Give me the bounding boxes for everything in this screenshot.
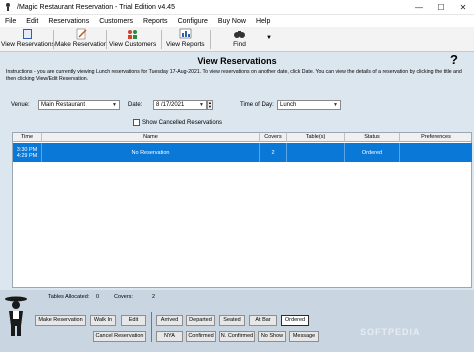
at-bar-button[interactable]: At Bar bbox=[249, 315, 277, 326]
reservations-table: Time Name Covers Table(s) Status Prefere… bbox=[12, 132, 472, 288]
toolbar-divider bbox=[210, 30, 211, 49]
cancel-reservation-button[interactable]: Cancel Reservation bbox=[93, 331, 146, 342]
make-reservation-button[interactable]: Make Reservation bbox=[55, 28, 107, 51]
maximize-button[interactable]: ☐ bbox=[430, 0, 452, 15]
venue-value: Main Restaurant bbox=[41, 102, 86, 108]
view-reports-label: View Reports bbox=[166, 41, 205, 48]
time-of-day-label: Time of Day: bbox=[240, 102, 274, 108]
binoculars-icon bbox=[234, 31, 245, 38]
no-show-button[interactable]: No Show bbox=[258, 331, 286, 342]
date-spinner[interactable]: ▲ ▼ bbox=[207, 100, 213, 110]
message-button[interactable]: Message bbox=[289, 331, 319, 342]
book-icon bbox=[23, 29, 33, 39]
menu-reservations[interactable]: Reservations bbox=[43, 18, 94, 25]
walk-in-button[interactable]: Walk In bbox=[90, 315, 116, 326]
show-cancelled-checkbox[interactable] bbox=[133, 119, 140, 126]
table-row[interactable]: 3:30 PM 4:29 PM No Reservation 2 Ordered bbox=[13, 143, 472, 162]
departed-button[interactable]: Departed bbox=[186, 315, 215, 326]
column-header-name[interactable]: Name bbox=[42, 133, 260, 142]
covers-label: Covers: bbox=[114, 294, 133, 300]
seated-button[interactable]: Seated bbox=[219, 315, 245, 326]
toolbar-divider bbox=[53, 30, 54, 49]
menu-buy-now[interactable]: Buy Now bbox=[213, 18, 251, 25]
cell-time: 3:30 PM 4:29 PM bbox=[13, 143, 42, 162]
page-title: View Reservations bbox=[197, 56, 277, 66]
edit-button[interactable]: Edit bbox=[121, 315, 146, 326]
cell-preferences bbox=[400, 143, 472, 162]
view-customers-button[interactable]: View Customers bbox=[109, 28, 156, 51]
column-header-covers[interactable]: Covers bbox=[260, 133, 287, 142]
cell-status: Ordered bbox=[345, 143, 400, 162]
find-label: Find bbox=[233, 41, 246, 48]
show-cancelled-label: Show Cancelled Reservations bbox=[142, 120, 223, 126]
toolbar: View Reservations Make Reservation View … bbox=[0, 27, 474, 52]
pencil-icon bbox=[76, 28, 87, 40]
chevron-down-icon: ▼ bbox=[333, 102, 338, 108]
menu-file[interactable]: File bbox=[0, 18, 21, 25]
cell-covers: 2 bbox=[260, 143, 287, 162]
time-of-day-select[interactable]: Lunch ▼ bbox=[277, 100, 341, 110]
arrived-button[interactable]: Arrived bbox=[156, 315, 183, 326]
waiter-logo-icon bbox=[5, 296, 27, 336]
time-of-day-value: Lunch bbox=[280, 102, 297, 108]
date-picker[interactable]: 8 /17/2021 ▼ bbox=[153, 100, 207, 110]
time-end: 4:29 PM bbox=[16, 152, 38, 159]
find-dropdown-icon[interactable]: ▼ bbox=[266, 35, 272, 41]
menu-help[interactable]: Help bbox=[251, 18, 275, 25]
make-reservation-label: Make Reservation bbox=[55, 41, 108, 48]
instructions-text: Instructions - you are currently viewing… bbox=[6, 69, 462, 82]
column-header-status[interactable]: Status bbox=[345, 133, 400, 142]
nya-button[interactable]: NYA bbox=[156, 331, 183, 342]
table-header: Time Name Covers Table(s) Status Prefere… bbox=[13, 133, 471, 142]
menu-reports[interactable]: Reports bbox=[138, 18, 173, 25]
confirmed-button[interactable]: Confirmed bbox=[186, 331, 216, 342]
calendar-dropdown-icon: ▼ bbox=[199, 102, 204, 108]
view-reservations-label: View Reservations bbox=[1, 41, 55, 48]
reports-icon bbox=[179, 28, 192, 39]
view-reports-button[interactable]: View Reports bbox=[166, 28, 205, 51]
title-bar: /Magic Restaurant Reservation - Trial Ed… bbox=[0, 0, 474, 15]
app-icon bbox=[6, 3, 10, 11]
minimize-button[interactable]: — bbox=[408, 0, 430, 15]
covers-value: 2 bbox=[152, 294, 156, 300]
column-header-preferences[interactable]: Preferences bbox=[400, 133, 472, 142]
action-divider bbox=[151, 312, 152, 342]
date-label: Date: bbox=[128, 102, 143, 108]
cell-tables bbox=[287, 143, 345, 162]
window-title: /Magic Restaurant Reservation - Trial Ed… bbox=[17, 3, 175, 11]
column-header-time[interactable]: Time bbox=[13, 133, 42, 142]
customers-icon bbox=[128, 30, 138, 39]
ordered-button[interactable]: Ordered bbox=[281, 315, 309, 326]
menu-configure[interactable]: Configure bbox=[173, 18, 213, 25]
venue-label: Venue: bbox=[11, 102, 30, 108]
menu-edit[interactable]: Edit bbox=[21, 18, 43, 25]
find-button[interactable]: Find bbox=[233, 28, 246, 51]
cell-name: No Reservation bbox=[42, 143, 260, 162]
menu-bar: File Edit Reservations Customers Reports… bbox=[0, 15, 474, 27]
menu-customers[interactable]: Customers bbox=[94, 18, 138, 25]
column-header-tables[interactable]: Table(s) bbox=[287, 133, 345, 142]
view-reservations-button[interactable]: View Reservations bbox=[1, 28, 55, 51]
view-customers-label: View Customers bbox=[109, 41, 157, 48]
venue-select[interactable]: Main Restaurant ▼ bbox=[38, 100, 120, 110]
close-button[interactable]: ✕ bbox=[452, 0, 474, 15]
make-reservation-action-button[interactable]: Make Reservation bbox=[35, 315, 86, 326]
help-icon[interactable]: ? bbox=[450, 52, 458, 67]
chevron-down-icon: ▼ bbox=[112, 102, 117, 108]
toolbar-divider bbox=[106, 30, 107, 49]
watermark: SOFTPEDIA bbox=[360, 327, 421, 337]
date-value: 8 /17/2021 bbox=[156, 102, 185, 108]
n-confirmed-button[interactable]: N. Confirmed bbox=[219, 331, 255, 342]
toolbar-divider bbox=[161, 30, 162, 49]
tables-allocated-label: Tables Allocated: bbox=[48, 294, 90, 300]
tables-allocated-value: 0 bbox=[96, 294, 100, 300]
